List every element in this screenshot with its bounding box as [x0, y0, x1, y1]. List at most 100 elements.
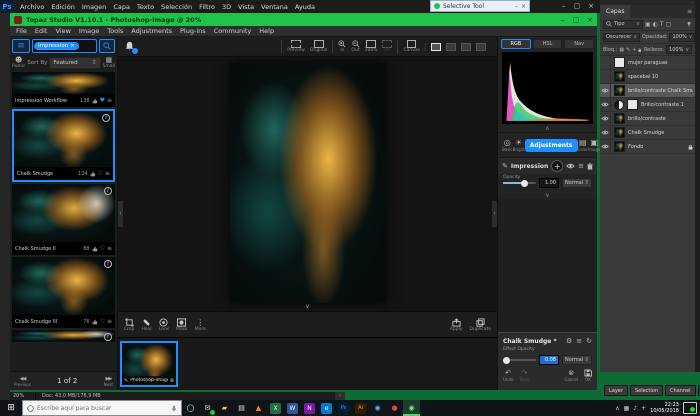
ps-menu-texto[interactable]: Texto	[137, 3, 154, 11]
taskbar-icon-excel[interactable]: X	[267, 400, 284, 416]
thumbs-up-icon[interactable]	[92, 319, 98, 325]
fill-dropdown[interactable]: 100% ∨	[666, 45, 692, 54]
thumbnail-size-button[interactable]: ▦ Small	[103, 56, 116, 69]
selection-button[interactable]: Selection	[630, 385, 663, 396]
visibility-toggle[interactable]	[600, 126, 611, 140]
tz-menu-tools[interactable]: Tools	[107, 27, 123, 35]
canvas-color-button[interactable]: Canvas	[403, 40, 420, 53]
effect-opacity-slider[interactable]	[503, 359, 536, 361]
view-single-button[interactable]	[431, 43, 441, 51]
basic-tab[interactable]: ◎Basic	[502, 138, 513, 152]
sort-dropdown[interactable]: Featured ⇕	[49, 57, 100, 69]
visibility-toggle[interactable]	[600, 98, 611, 112]
layer-row-brillo-contraste-1[interactable]: Brillo/contraste 1	[600, 98, 695, 112]
visibility-toggle[interactable]	[600, 56, 611, 70]
lens-tool-button[interactable]: Lens	[159, 318, 169, 332]
gear-icon[interactable]: ⚙	[566, 337, 572, 345]
bright-tab[interactable]: ☀Bright	[513, 138, 525, 152]
preset-menu-icon[interactable]: ≡	[107, 318, 112, 325]
ps-menu-edicion[interactable]: Edición	[51, 3, 75, 11]
impression-adjustment-header[interactable]: ✎ Impression + ≡	[498, 158, 597, 174]
redo-button[interactable]: ↷Redo	[519, 369, 529, 382]
image-tab[interactable]: ▣Image	[588, 138, 601, 152]
layer-row-chalk-smudge[interactable]: Chalk Smudge	[600, 126, 695, 140]
hamburger-menu-button[interactable]: ≡	[12, 39, 30, 53]
action-center-button[interactable]	[683, 402, 697, 414]
tray-icon-3[interactable]: +	[641, 405, 646, 412]
view-split-button[interactable]	[446, 43, 456, 51]
filter-pin-icon[interactable]	[686, 21, 692, 28]
visibility-toggle[interactable]	[600, 140, 611, 154]
lock-transparency-icon[interactable]: ▦	[619, 47, 624, 53]
tray-expand-icon[interactable]: ∧	[615, 405, 619, 412]
taskbar-icon-onenote[interactable]: N	[301, 400, 318, 416]
ps-maximize-button[interactable]: ▢	[574, 0, 581, 13]
thumbs-up-icon[interactable]	[92, 246, 98, 252]
taskbar-icon-photoshop[interactable]: Ps	[335, 400, 352, 416]
layer-button[interactable]: Layer	[604, 385, 628, 396]
lock-paint-icon[interactable]: ✎	[626, 47, 630, 53]
cancel-button[interactable]: ⊗Cancel	[564, 369, 578, 382]
opacity-value[interactable]: 1.00	[539, 178, 559, 188]
ps-menu-ayuda[interactable]: Ayuda	[295, 3, 315, 11]
search-button[interactable]	[99, 39, 115, 53]
crop-tool-button[interactable]: Crop	[124, 318, 135, 332]
next-page-button[interactable]: ▶▶ Next	[104, 376, 113, 387]
add-adjustment-button[interactable]: +	[551, 160, 563, 172]
thumbs-up-icon[interactable]	[90, 171, 96, 177]
visibility-toggle[interactable]	[600, 112, 611, 126]
original-button[interactable]: Original	[310, 40, 328, 53]
image-canvas[interactable]: ∨	[118, 57, 497, 311]
zoom-100-button[interactable]: 100%	[365, 40, 378, 53]
view-side-by-side-button[interactable]	[461, 43, 471, 51]
tz-menu-view[interactable]: View	[55, 27, 70, 35]
tab-nav[interactable]: Nav	[564, 39, 594, 49]
ps-menu-3d[interactable]: 3D	[222, 3, 231, 11]
taskbar-icon-illustrator[interactable]: Ai	[352, 400, 369, 416]
preset-menu-icon[interactable]: ≡	[105, 170, 110, 177]
more-tools-button[interactable]: ⋮More	[195, 318, 206, 332]
blend-mode-dropdown-ps[interactable]: Oscurecer ∨	[603, 33, 640, 42]
ps-menu-seleccion[interactable]: Selección	[161, 3, 192, 11]
collapse-left-handle[interactable]: ‹	[118, 201, 123, 227]
trash-icon[interactable]	[587, 163, 593, 170]
favorite-icon[interactable]: ♥	[100, 97, 105, 104]
preset-card-chalk-smudge[interactable]: i Chalk Smudge 124 ♡ ≡	[12, 109, 115, 182]
microphone-icon[interactable]	[171, 404, 177, 413]
ok-button[interactable]: OK	[584, 369, 592, 382]
tz-menu-file[interactable]: File	[16, 27, 27, 35]
favorite-icon[interactable]: ♡	[100, 245, 105, 252]
taskbar-search-input[interactable]	[37, 405, 168, 412]
filter-adjustment-icon[interactable]: ◐	[653, 21, 658, 28]
collapse-right-handle[interactable]: ›	[492, 201, 497, 227]
info-icon[interactable]: i	[102, 114, 110, 122]
visibility-eye-icon[interactable]	[566, 163, 575, 169]
effect-blend-dropdown[interactable]: Normal ⇕	[562, 355, 592, 365]
previous-page-button[interactable]: ◀◀ Previous	[14, 376, 31, 387]
favorite-icon[interactable]: ♡	[98, 170, 103, 177]
tz-menu-help[interactable]: Help	[259, 27, 274, 35]
channel-button[interactable]: Channel	[665, 385, 696, 396]
filter-type-icon[interactable]: T	[660, 21, 664, 28]
tab-hsl[interactable]: HSL	[533, 39, 563, 49]
public-filter-button[interactable]: ☻ Public	[12, 56, 25, 69]
taskbar-icon-cortana[interactable]: ◯	[182, 400, 199, 416]
undo-button[interactable]: ↶Undo	[503, 369, 513, 382]
collapse-bottom-icon[interactable]: ∨	[305, 303, 309, 310]
ps-menu-filtro[interactable]: Filtro	[199, 3, 215, 11]
preset-menu-icon[interactable]: ≡	[107, 97, 112, 104]
preset-card-partial[interactable]: i	[12, 330, 115, 342]
apply-button[interactable]: Apply	[450, 318, 463, 332]
layer-row-brillo-contraste-chalk-smudge-ii[interactable]: brillo/contraste Chalk Smudge II	[600, 84, 695, 98]
notifications-button[interactable]	[124, 41, 135, 52]
info-icon[interactable]: i	[104, 333, 112, 341]
panel-menu-icon[interactable]: ≡	[687, 8, 692, 15]
taskbar-icon-chrome[interactable]: ●	[386, 400, 403, 416]
filter-pixel-icon[interactable]: ▣	[645, 21, 651, 28]
topaz-maximize-button[interactable]: ▢	[573, 16, 580, 24]
remove-image-icon[interactable]: ⊗	[170, 378, 174, 384]
selective-tool-close-button[interactable]: ×	[521, 3, 526, 10]
panel-collapse-down[interactable]: ∨	[498, 192, 597, 199]
search-tag-remove-icon[interactable]: ×	[70, 43, 75, 49]
ps-menu-capa[interactable]: Capa	[113, 3, 130, 11]
